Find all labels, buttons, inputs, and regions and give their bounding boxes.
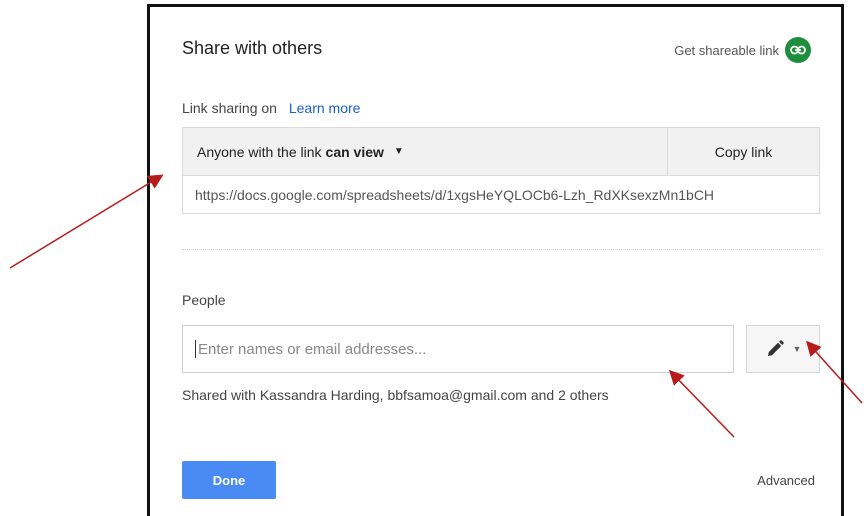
annotation-arrow [668, 369, 735, 438]
annotation-arrow [805, 340, 863, 404]
annotation-arrow [9, 174, 164, 269]
annotation-arrows [9, 174, 863, 438]
